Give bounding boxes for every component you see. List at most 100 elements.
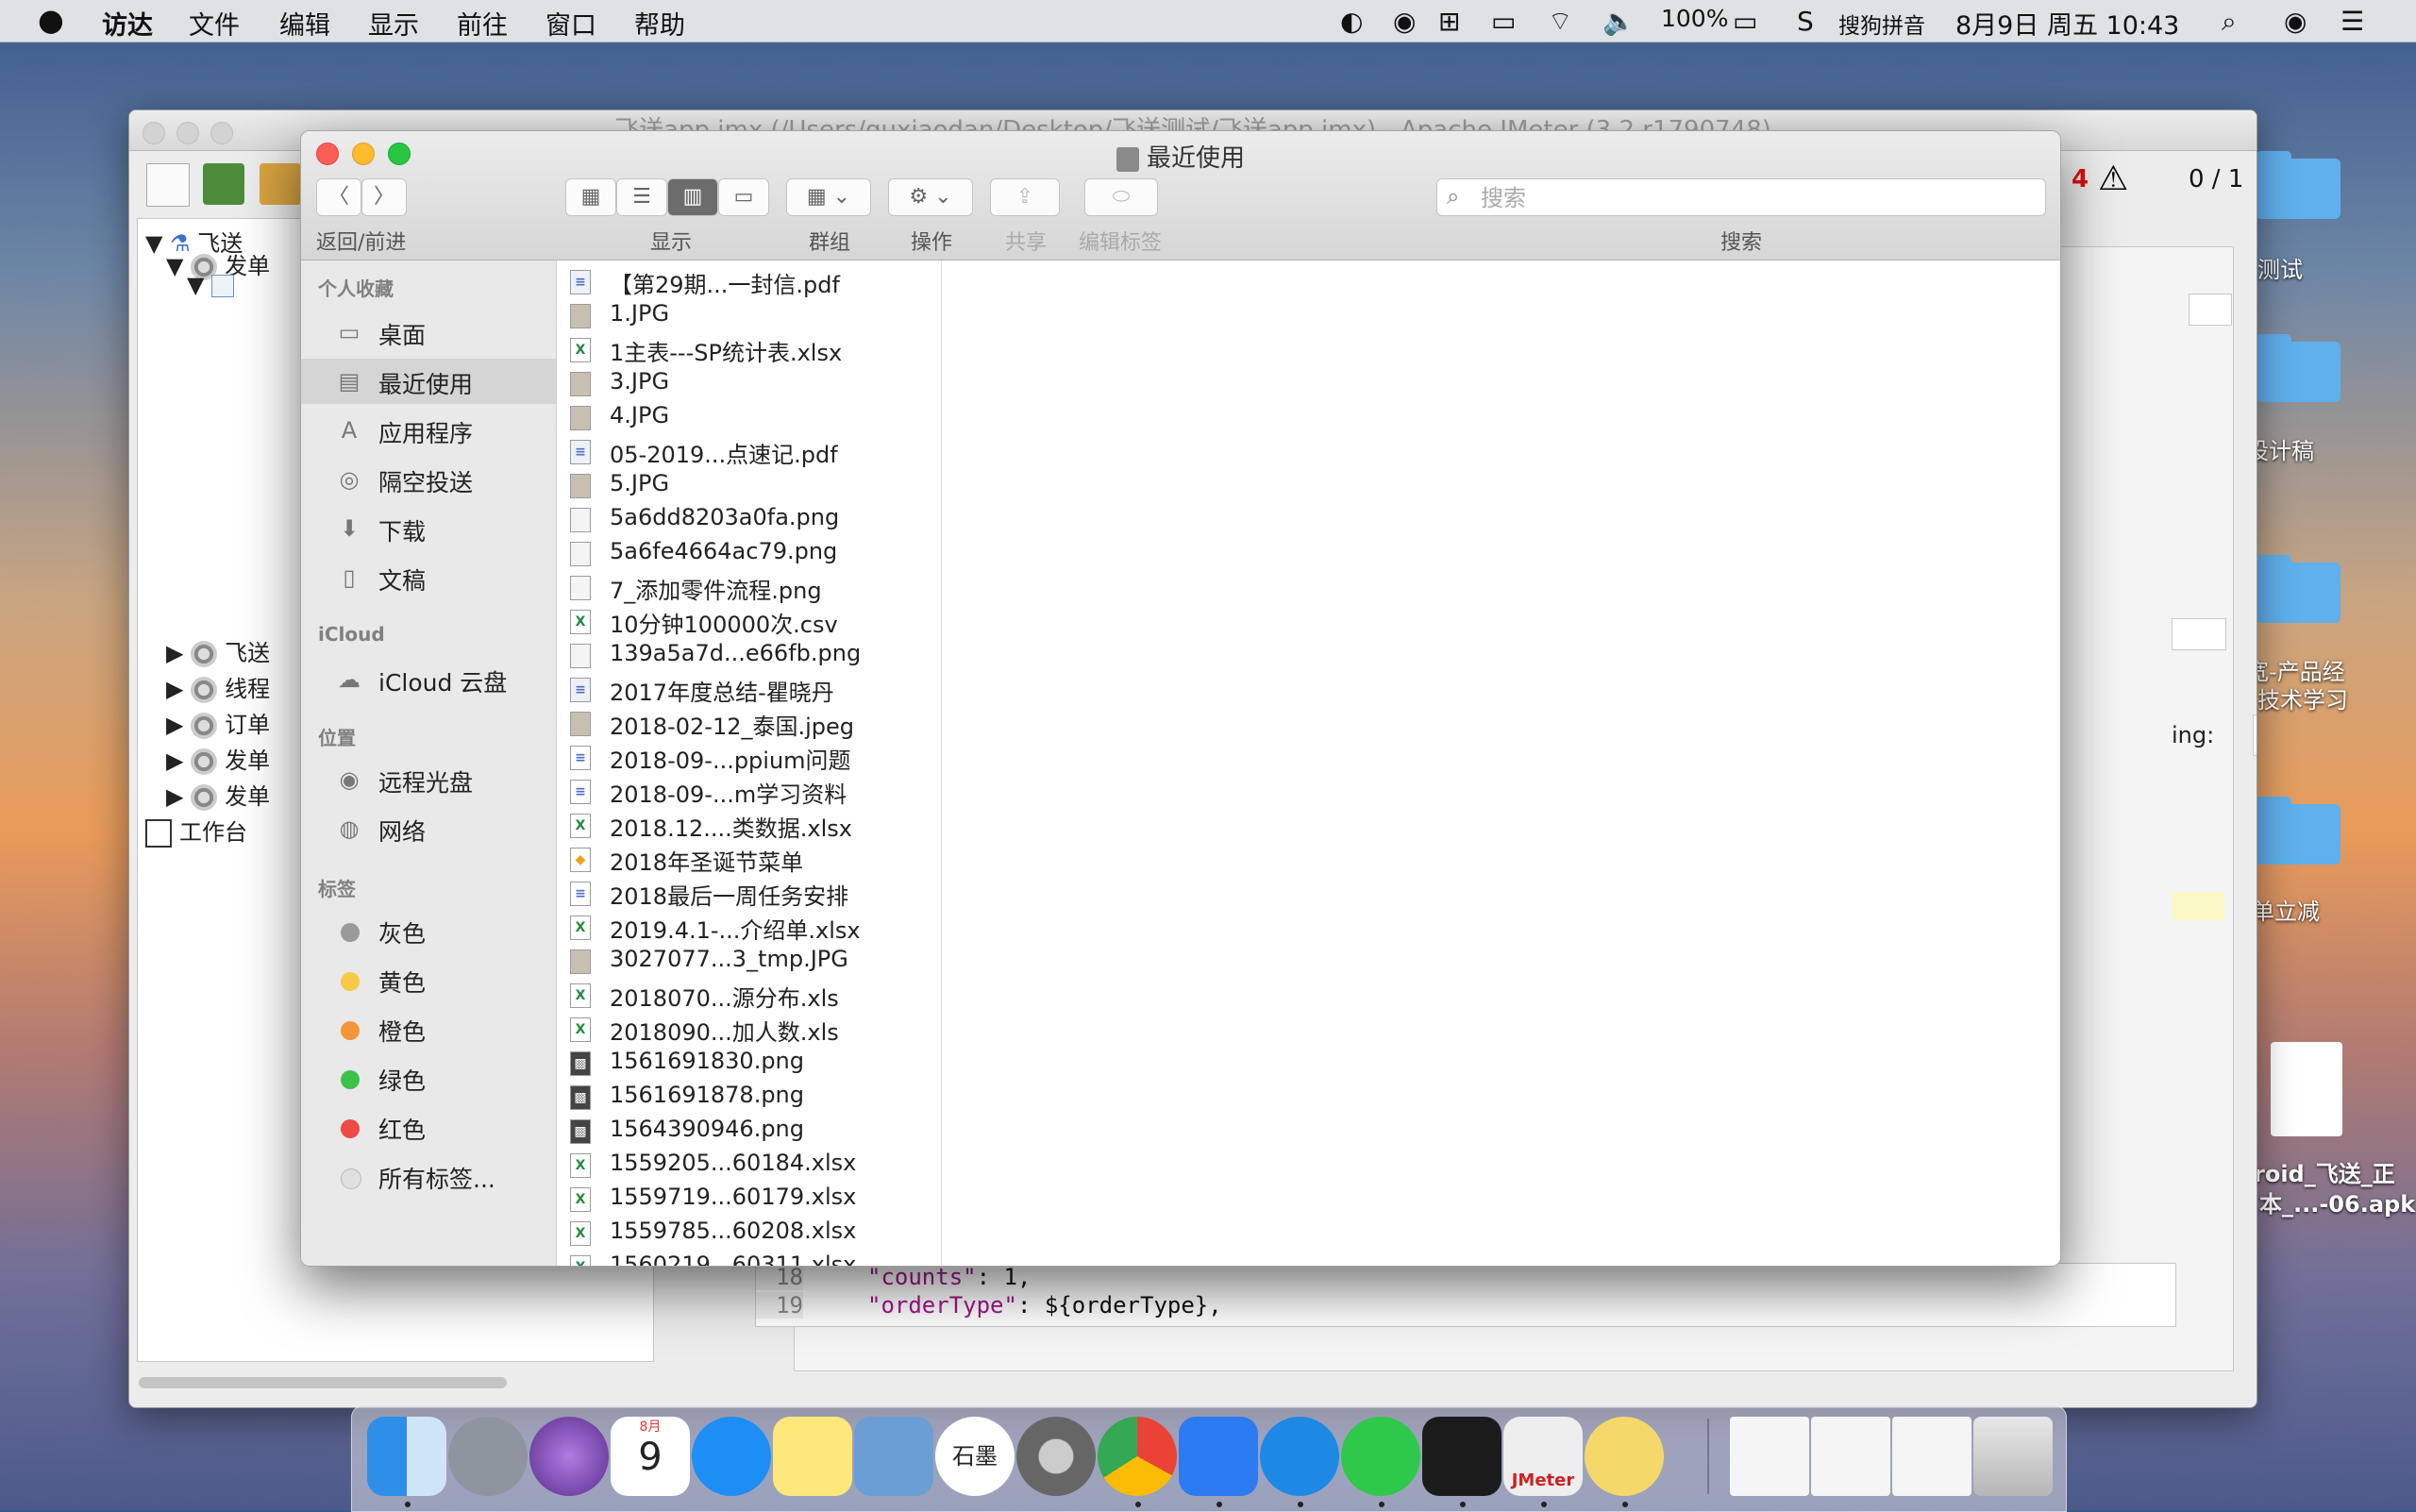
- sogou-icon[interactable]: S: [1797, 6, 1814, 37]
- system-preferences-dock-icon[interactable]: [1016, 1417, 1096, 1496]
- file-row[interactable]: ◆ 2018年圣诞节菜单: [557, 842, 941, 876]
- request-body-editor[interactable]: 18 19 "counts": 1, "orderType": ${orderT…: [755, 1263, 2176, 1327]
- sidebar-item-desktop[interactable]: ▭ 桌面: [301, 310, 556, 355]
- group-button[interactable]: ▦ ⌄: [786, 178, 871, 216]
- file-row[interactable]: 3027077...3_tmp.JPG: [557, 944, 941, 978]
- menu-view[interactable]: 显示: [368, 5, 419, 42]
- file-row[interactable]: ▩ 1561691830.png: [557, 1046, 941, 1080]
- tree-node-thread-group[interactable]: ▶ 订单: [166, 706, 270, 739]
- notification-center-icon[interactable]: ☰: [2340, 6, 2364, 37]
- new-icon[interactable]: [146, 163, 190, 207]
- tree-node-sampler[interactable]: ▼: [187, 272, 235, 298]
- sidebar-item-documents[interactable]: ▯ 文稿: [301, 555, 556, 600]
- shimo-dock-icon[interactable]: 石墨: [935, 1417, 1015, 1496]
- sidebar-tag-yellow[interactable]: 黄色: [301, 957, 556, 1002]
- menu-help[interactable]: 帮助: [634, 5, 685, 42]
- file-row[interactable]: ≡ 2018-09-...ppium问题: [557, 740, 941, 774]
- action-button[interactable]: ⚙ ⌄: [888, 178, 973, 216]
- menu-go[interactable]: 前往: [457, 5, 508, 42]
- preview-dock-icon[interactable]: [854, 1417, 933, 1496]
- siri-icon[interactable]: ◉: [2284, 6, 2307, 37]
- minimize-button[interactable]: [176, 122, 199, 144]
- terminal-dock-icon[interactable]: [1422, 1417, 1502, 1496]
- wechat-dock-icon[interactable]: [1341, 1417, 1420, 1496]
- sidebar-item-airdrop[interactable]: ◎ 隔空投送: [301, 457, 556, 502]
- file-row[interactable]: ≡ 2018最后一周任务安排: [557, 876, 941, 910]
- file-row[interactable]: X 2018.12....类数据.xlsx: [557, 808, 941, 842]
- finder-dock-icon[interactable]: [367, 1417, 446, 1496]
- view-column-button[interactable]: ▥: [667, 178, 718, 216]
- share-button[interactable]: ⇪: [990, 178, 1060, 216]
- sidebar-tag-all[interactable]: 所有标签...: [301, 1153, 556, 1199]
- file-row[interactable]: ≡ 2018-09-...m学习资料: [557, 774, 941, 808]
- name-field[interactable]: [2189, 294, 2232, 326]
- file-row[interactable]: 4.JPG: [557, 400, 941, 434]
- app-store-dock-icon[interactable]: [692, 1417, 771, 1496]
- sidebar-item-recents[interactable]: ▤ 最近使用: [301, 359, 556, 404]
- sidebar-item-applications[interactable]: A 应用程序: [301, 408, 556, 453]
- battery-percent[interactable]: 100%: [1661, 5, 1728, 32]
- wifi-icon[interactable]: ⌔: [1548, 6, 1572, 39]
- sidebar-tag-green[interactable]: 绿色: [301, 1055, 556, 1100]
- templates-icon[interactable]: [203, 163, 244, 205]
- desktop-folder-icon[interactable]: [2256, 555, 2340, 623]
- clock[interactable]: 8月9日 周五 10:43: [1955, 5, 2179, 42]
- menu-app-finder[interactable]: 访达: [102, 5, 153, 42]
- menu-edit[interactable]: 编辑: [279, 5, 330, 42]
- wps-dock-icon[interactable]: [1179, 1417, 1258, 1496]
- wechat-status-icon[interactable]: ◐: [1340, 6, 1363, 37]
- view-icon-button[interactable]: ▦: [565, 178, 616, 216]
- minimized-window-thumb[interactable]: [1892, 1417, 1971, 1496]
- apple-icon[interactable]: ●: [38, 2, 64, 38]
- sidebar-item-icloud-drive[interactable]: ☁ iCloud 云盘: [301, 657, 556, 702]
- file-row[interactable]: 7_添加零件流程.png: [557, 570, 941, 604]
- file-row[interactable]: ≡ 2017年度总结-瞿晓丹: [557, 672, 941, 706]
- file-row[interactable]: X 2018070...源分布.xls: [557, 978, 941, 1012]
- view-gallery-button[interactable]: ▭: [718, 178, 769, 216]
- chrome-dock-icon[interactable]: [1098, 1417, 1177, 1496]
- trash-dock-icon[interactable]: [1973, 1417, 2053, 1496]
- file-column[interactable]: ≡ 【第29期...一封信.pdf 1.JPG X 1主表---SP统计表.xlsx 3.…: [557, 260, 942, 1266]
- battery-icon[interactable]: ▭: [1733, 6, 1757, 37]
- yellow-app-dock-icon[interactable]: [1585, 1417, 1664, 1496]
- menu-window[interactable]: 窗口: [545, 5, 596, 42]
- file-row[interactable]: ▩ 1561691878.png: [557, 1080, 941, 1114]
- tree-node-thread-group[interactable]: ▶ 发单: [166, 778, 270, 811]
- file-row[interactable]: ▩ 1564390946.png: [557, 1114, 941, 1148]
- tree-node-thread-group[interactable]: ▶ 飞送: [166, 634, 270, 667]
- desktop-folder-icon[interactable]: [2256, 151, 2340, 219]
- volume-icon[interactable]: 🔈: [1602, 6, 1636, 37]
- open-icon[interactable]: [260, 163, 301, 205]
- tree-node-thread-group[interactable]: ▶ 发单: [166, 742, 270, 775]
- view-list-button[interactable]: ☰: [616, 178, 667, 216]
- file-row[interactable]: X 2018090...加人数.xls: [557, 1012, 941, 1046]
- input-source-icon[interactable]: ⊞: [1438, 6, 1460, 37]
- apk-file-icon[interactable]: [2271, 1042, 2342, 1136]
- file-row[interactable]: 2018-02-12_泰国.jpeg: [557, 706, 941, 740]
- feisong-status-icon[interactable]: ◉: [1393, 6, 1416, 37]
- file-row[interactable]: X 1559205...60184.xlsx: [557, 1148, 941, 1182]
- file-row[interactable]: X 1559719...60179.xlsx: [557, 1182, 941, 1216]
- launchpad-dock-icon[interactable]: [448, 1417, 528, 1496]
- file-row[interactable]: X 1主表---SP统计表.xlsx: [557, 332, 941, 366]
- jmeter-dock-icon[interactable]: JMeter: [1503, 1417, 1583, 1496]
- warning-icon[interactable]: ⚠: [2098, 160, 2128, 198]
- search-field[interactable]: ⌕: [1436, 178, 2046, 216]
- minimized-window-thumb[interactable]: [1730, 1417, 1809, 1496]
- zoom-button[interactable]: [210, 122, 233, 144]
- close-button[interactable]: [143, 122, 165, 144]
- sidebar-tag-red[interactable]: 红色: [301, 1104, 556, 1150]
- search-input[interactable]: [1479, 183, 2030, 213]
- menu-file[interactable]: 文件: [189, 5, 240, 42]
- file-row[interactable]: X 1559785...60208.xlsx: [557, 1216, 941, 1250]
- forward-button[interactable]: 〉: [361, 178, 407, 216]
- ime-label[interactable]: 搜狗拼音: [1838, 8, 1925, 40]
- file-row[interactable]: 139a5a7d...e66fb.png: [557, 638, 941, 672]
- tree-node-thread-group[interactable]: ▶ 线程: [166, 670, 270, 703]
- browser-dock-icon[interactable]: [529, 1417, 609, 1496]
- tree-scrollbar[interactable]: [139, 1377, 507, 1388]
- file-row[interactable]: ≡ 05-2019...点速记.pdf: [557, 434, 941, 468]
- sidebar-tag-orange[interactable]: 橙色: [301, 1006, 556, 1051]
- file-row[interactable]: 5.JPG: [557, 468, 941, 502]
- desktop-folder-icon[interactable]: [2256, 334, 2340, 402]
